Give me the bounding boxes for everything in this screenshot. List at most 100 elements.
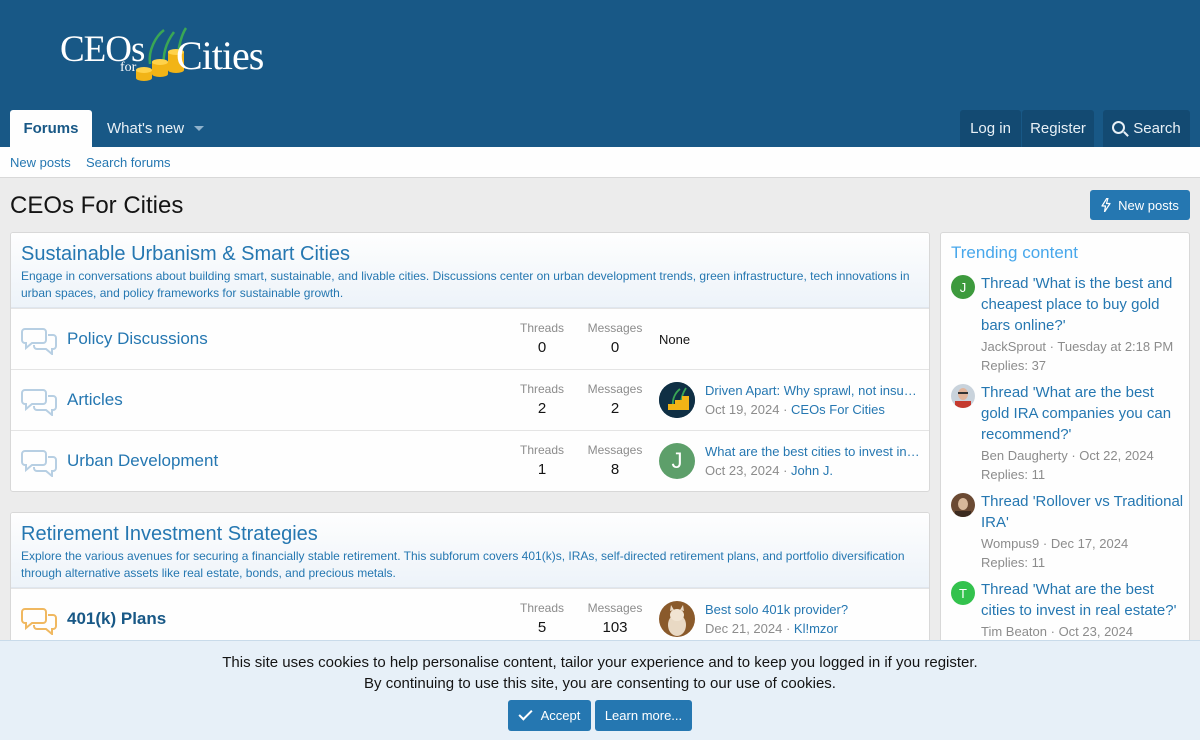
new-posts-button[interactable]: New posts <box>1090 190 1190 220</box>
trending-thread-link[interactable]: Thread 'Rollover vs Traditional IRA' <box>981 491 1186 533</box>
accept-cookies-button[interactable]: Accept <box>508 700 591 731</box>
trending-meta: JackSprout · Tuesday at 2:18 PM <box>981 339 1186 355</box>
tab-whats-new[interactable]: What's new <box>107 110 184 147</box>
threads-stat: Threads 5 <box>512 601 572 636</box>
register-button[interactable]: Register <box>1022 110 1094 147</box>
meta-separator: · <box>1039 536 1051 551</box>
trending-date: Dec 17, 2024 <box>1050 536 1129 551</box>
forum-node: Policy Discussions Threads 0 Messages 0 … <box>11 308 929 369</box>
lightning-bolt-icon <box>1101 198 1111 212</box>
category-block: Retirement Investment Strategies Explore… <box>10 512 930 652</box>
last-post-meta: Oct 23, 2024 · John J. <box>705 463 833 478</box>
sidebar-title[interactable]: Trending content <box>951 243 1078 263</box>
trending-user[interactable]: JackSprout <box>981 339 1046 354</box>
trending-user[interactable]: Ben Daugherty <box>981 448 1068 463</box>
forum-unread-icon <box>21 608 57 635</box>
last-post-user[interactable]: CEOs For Cities <box>791 402 885 417</box>
threads-count: 5 <box>537 619 547 636</box>
trending-replies: Replies: 11 <box>981 467 1046 482</box>
forum-read-icon <box>21 328 57 355</box>
trending-user[interactable]: Wompus9 <box>981 536 1039 551</box>
forum-read-icon <box>21 450 57 477</box>
messages-count: 103 <box>602 619 628 636</box>
trending-date: Oct 22, 2024 <box>1079 448 1154 463</box>
page-title: CEOs For Cities <box>10 192 184 219</box>
avatar[interactable]: J <box>951 275 975 299</box>
threads-stat: Threads 1 <box>512 443 572 478</box>
forum-read-icon <box>21 389 57 416</box>
threads-label: Threads <box>519 382 565 396</box>
tab-forums[interactable]: Forums <box>10 110 92 147</box>
meta-separator: · <box>779 402 792 417</box>
messages-stat: Messages 0 <box>585 321 645 356</box>
last-post-user[interactable]: John J. <box>791 463 833 478</box>
coins-avatar-icon <box>659 382 695 418</box>
trending-user[interactable]: Tim Beaton <box>981 624 1047 639</box>
avatar[interactable]: T <box>951 581 975 605</box>
category-header: Sustainable Urbanism & Smart Cities Enga… <box>11 233 929 308</box>
messages-label: Messages <box>587 382 643 396</box>
forum-node-title[interactable]: Urban Development <box>67 451 218 471</box>
search-button[interactable]: Search <box>1103 110 1190 147</box>
accept-label: Accept <box>540 708 581 723</box>
category-description: Explore the various avenues for securing… <box>21 549 905 580</box>
trending-meta: Wompus9 · Dec 17, 2024 <box>981 536 1186 552</box>
search-forums-link[interactable]: Search forums <box>86 155 171 170</box>
threads-label: Threads <box>519 321 565 335</box>
forum-node: Articles Threads 2 Messages 2 Driven Apa… <box>11 369 929 430</box>
search-icon <box>1112 121 1126 134</box>
category-description: Engage in conversations about building s… <box>21 269 910 300</box>
trending-date: Tuesday at 2:18 PM <box>1057 339 1174 354</box>
avatar[interactable] <box>951 493 975 517</box>
trending-thread-link[interactable]: Thread 'What are the best cities to inve… <box>981 579 1186 621</box>
avatar[interactable] <box>659 601 695 637</box>
trending-date: Oct 23, 2024 <box>1058 624 1134 639</box>
trending-meta: Ben Daugherty · Oct 22, 2024 <box>981 448 1186 464</box>
sub-navigation: New posts Search forums <box>0 147 1200 178</box>
forum-node-title[interactable]: Articles <box>67 390 123 410</box>
trending-thread-link[interactable]: Thread 'What is the best and cheapest pl… <box>981 273 1186 336</box>
cookie-text-line1: This site uses cookies to help personali… <box>222 654 978 671</box>
category-title[interactable]: Retirement Investment Strategies <box>21 523 318 546</box>
search-button-label: Search <box>1133 120 1181 137</box>
threads-stat: Threads 2 <box>512 382 572 417</box>
messages-label: Messages <box>587 443 643 457</box>
site-logo[interactable]: CEOs for Cities <box>60 24 275 86</box>
trending-replies: Replies: 11 <box>981 555 1046 570</box>
last-post-meta: Oct 19, 2024 · CEOs For Cities <box>705 402 885 417</box>
messages-stat: Messages 103 <box>585 601 645 636</box>
last-post-title[interactable]: What are the best cities to invest in re… <box>705 444 920 459</box>
logo-text-for: for <box>120 60 137 75</box>
trending-meta: Tim Beaton · Oct 23, 2024 <box>981 624 1186 640</box>
last-post-user[interactable]: Kl!mzor <box>794 621 838 636</box>
last-post-meta: Dec 21, 2024 · Kl!mzor <box>705 621 838 636</box>
last-post-title[interactable]: Best solo 401k provider? <box>705 602 920 617</box>
last-post-date[interactable]: Dec 21, 2024 <box>705 621 782 636</box>
new-posts-button-label: New posts <box>1118 197 1179 213</box>
cookie-notice: This site uses cookies to help personali… <box>0 640 1200 740</box>
last-post-title[interactable]: Driven Apart: Why sprawl, not insufficie… <box>705 383 920 398</box>
messages-label: Messages <box>587 601 643 615</box>
meta-separator: · <box>779 463 792 478</box>
messages-count: 0 <box>610 339 620 356</box>
check-icon <box>518 706 533 721</box>
avatar[interactable] <box>659 382 695 418</box>
chevron-down-icon[interactable] <box>194 126 204 131</box>
trending-thread-link[interactable]: Thread 'What are the best gold IRA compa… <box>981 382 1186 445</box>
meta-separator: · <box>1047 624 1059 639</box>
last-post-date[interactable]: Oct 23, 2024 <box>705 463 779 478</box>
new-posts-link[interactable]: New posts <box>10 155 71 170</box>
cat-avatar-icon <box>659 601 695 637</box>
avatar[interactable] <box>951 384 975 408</box>
login-button[interactable]: Log in <box>960 110 1021 147</box>
learn-more-button[interactable]: Learn more... <box>595 700 692 731</box>
messages-count: 8 <box>610 461 620 478</box>
forum-node-title[interactable]: Policy Discussions <box>67 329 208 349</box>
forum-node-title[interactable]: 401(k) Plans <box>67 609 166 629</box>
category-title[interactable]: Sustainable Urbanism & Smart Cities <box>21 243 350 266</box>
last-post-date[interactable]: Oct 19, 2024 <box>705 402 779 417</box>
cookie-text-line2: By continuing to use this site, you are … <box>364 675 836 692</box>
trending-sidebar: Trending content J Thread 'What is the b… <box>940 232 1190 652</box>
avatar[interactable]: J <box>659 443 695 479</box>
category-header: Retirement Investment Strategies Explore… <box>11 513 929 588</box>
